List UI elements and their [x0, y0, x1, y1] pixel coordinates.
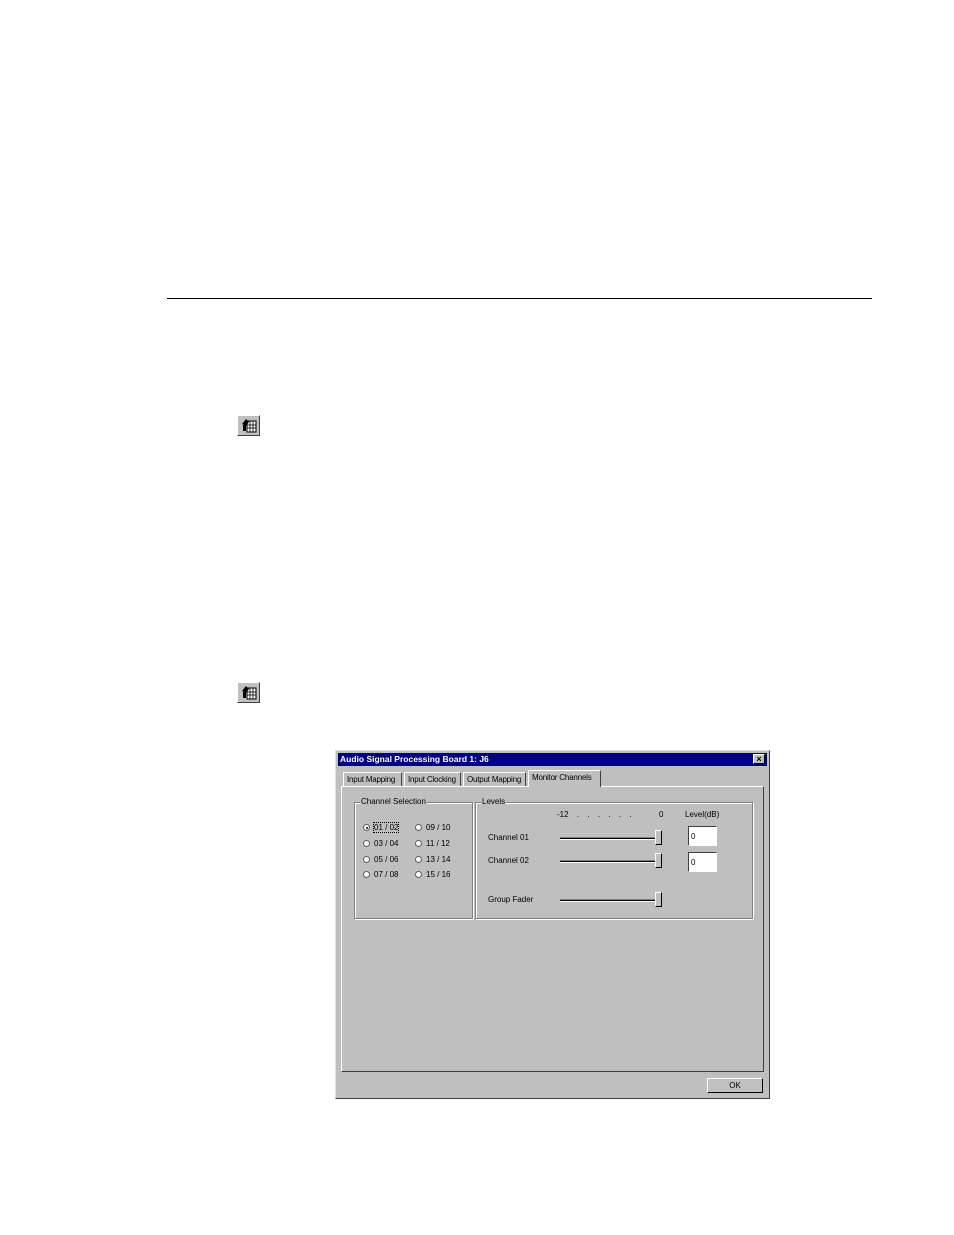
tab-input-clocking[interactable]: Input Clocking — [404, 772, 461, 787]
levels-group: Levels -12 . . . . . . 0 Level(dB) Chann… — [475, 797, 753, 919]
group-fader-slider-track[interactable] — [560, 899, 662, 902]
ok-button[interactable]: OK — [707, 1078, 763, 1093]
channel-selection-label: Channel Selection — [360, 797, 427, 806]
channel-option-09-10[interactable]: 09 / 10 — [415, 823, 450, 832]
radio-button[interactable] — [415, 871, 422, 879]
grid-tool-icon — [237, 415, 260, 436]
scale-min: -12 — [557, 810, 569, 819]
tab-monitor-channels[interactable]: Monitor Channels — [528, 770, 601, 787]
dialog-title: Audio Signal Processing Board 1: J6 — [340, 754, 489, 764]
channel-01-slider-track[interactable] — [560, 837, 662, 840]
tab-input-mapping[interactable]: Input Mapping — [343, 772, 402, 787]
radio-button[interactable] — [415, 856, 422, 864]
channel-option-07-08[interactable]: 07 / 08 — [363, 870, 398, 879]
scale-max: 0 — [659, 810, 664, 819]
radio-button[interactable] — [415, 824, 422, 832]
group-fader-label: Group Fader — [488, 895, 534, 904]
channel-01-slider-thumb[interactable] — [655, 830, 662, 845]
channel-option-01-02[interactable]: 01 / 02 — [363, 822, 400, 833]
radio-button[interactable] — [415, 840, 422, 848]
channel-02-slider-track[interactable] — [560, 860, 662, 863]
channel-01-level-input[interactable] — [688, 826, 717, 846]
level-db-header: Level(dB) — [685, 810, 720, 819]
channel-02-label: Channel 02 — [488, 856, 529, 865]
channel-02-level-input[interactable] — [688, 852, 717, 872]
radio-button[interactable] — [363, 871, 370, 879]
levels-label: Levels — [481, 797, 507, 806]
tab-output-mapping[interactable]: Output Mapping — [463, 772, 526, 787]
close-button[interactable]: × — [753, 754, 765, 764]
channel-selection-group: Channel Selection 01 / 02 03 / 04 05 / 0… — [354, 797, 473, 919]
group-fader-slider-thumb[interactable] — [655, 892, 662, 907]
radio-button[interactable] — [363, 840, 370, 848]
channel-02-slider-thumb[interactable] — [655, 853, 662, 868]
channel-01-label: Channel 01 — [488, 833, 529, 842]
channel-option-05-06[interactable]: 05 / 06 — [363, 855, 398, 864]
scale-dots: . . . . . . — [577, 810, 635, 819]
channel-option-13-14[interactable]: 13 / 14 — [415, 855, 450, 864]
radio-button[interactable] — [363, 856, 370, 864]
channel-option-11-12[interactable]: 11 / 12 — [415, 839, 450, 848]
close-icon: × — [756, 754, 762, 764]
radio-button[interactable] — [363, 824, 370, 832]
audio-board-dialog: Audio Signal Processing Board 1: J6 × In… — [335, 750, 770, 1099]
channel-option-03-04[interactable]: 03 / 04 — [363, 839, 398, 848]
tab-panel-monitor-channels: Channel Selection 01 / 02 03 / 04 05 / 0… — [341, 786, 764, 1072]
grid-tool-icon — [237, 682, 260, 703]
title-bar[interactable]: Audio Signal Processing Board 1: J6 × — [338, 753, 767, 766]
channel-option-15-16[interactable]: 15 / 16 — [415, 870, 450, 879]
horizontal-rule — [167, 298, 872, 299]
